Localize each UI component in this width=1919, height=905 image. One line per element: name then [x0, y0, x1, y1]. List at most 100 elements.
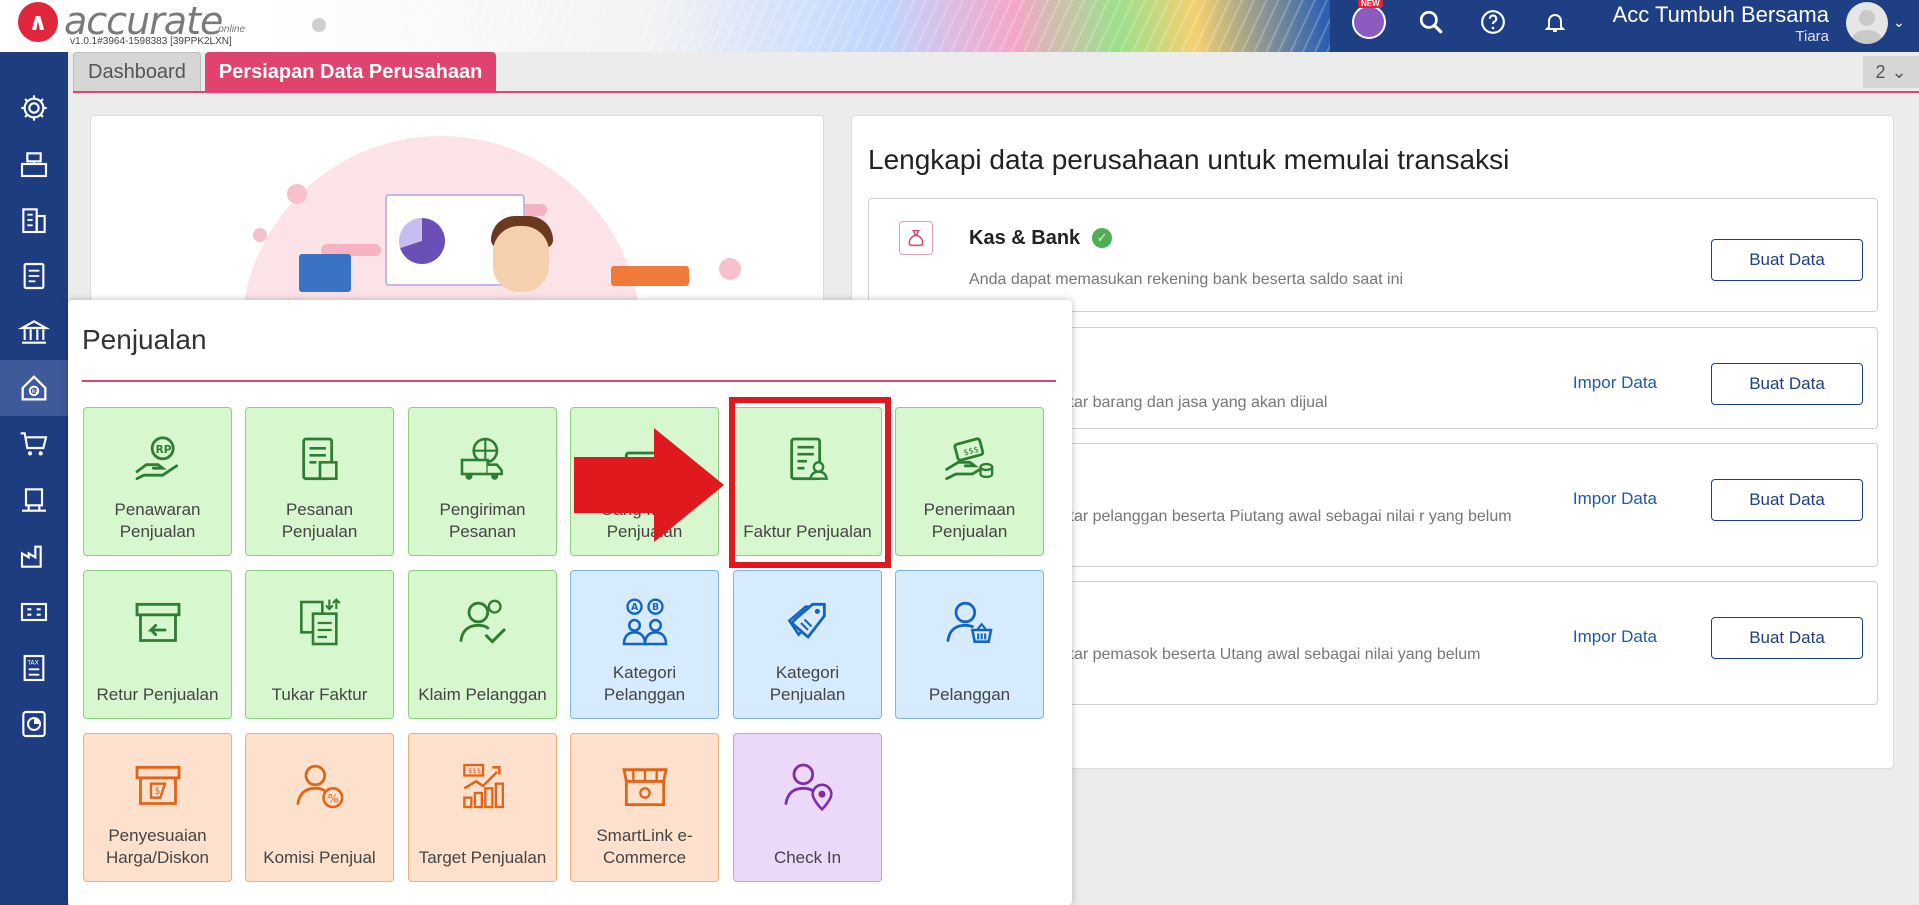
sidebar-item-ledger[interactable] — [0, 248, 68, 304]
tile-label: Retur Penjualan — [96, 685, 219, 704]
logo-online-label: online — [218, 24, 246, 35]
sidebar-item-report[interactable] — [0, 696, 68, 752]
whats-new-button[interactable]: NEW — [1352, 0, 1386, 39]
tile-label: Penawaran Penjualan — [114, 500, 201, 541]
notifications-button[interactable] — [1538, 5, 1572, 39]
ledger-icon — [23, 262, 45, 290]
bell-icon — [1544, 14, 1566, 32]
company-info[interactable]: Acc Tumbuh Bersama Tiara — [1611, 2, 1829, 45]
help-icon — [1481, 10, 1505, 34]
payment-receipt-icon: $$$ — [940, 430, 1000, 490]
tile-label: Penerimaan Penjualan — [923, 500, 1016, 541]
cashier-icon — [20, 152, 48, 178]
check-icon: ✓ — [1092, 228, 1113, 248]
sidebar-item-inventory[interactable] — [0, 472, 68, 528]
sales-category-tag-icon — [778, 593, 838, 653]
tile-klaim-pelanggan[interactable]: Klaim Pelanggan — [408, 570, 557, 719]
tile-label: Pengiriman Pesanan — [439, 500, 526, 541]
help-button[interactable] — [1476, 5, 1510, 39]
illustration-card-orange — [611, 266, 689, 286]
tab-underline — [73, 91, 1919, 93]
sidebar-item-cashier[interactable] — [0, 136, 68, 192]
sidebar-item-settings[interactable] — [0, 80, 68, 136]
svg-text:$$$: $$$ — [467, 767, 480, 775]
setup-item-title: Kas & Bank ✓ — [969, 227, 1113, 250]
tab-persiapan-data[interactable]: Persiapan Data Perusahaan — [204, 52, 497, 92]
tile-retur-penjualan[interactable]: Retur Penjualan — [83, 570, 232, 719]
version-label: v1.0.1#3964-1598383 [39PPK2LXN] — [70, 36, 232, 47]
svg-text:$: $ — [154, 786, 160, 797]
pie-chart-illustration — [399, 218, 445, 264]
tile-komisi-penjual[interactable]: % Komisi Penjual — [245, 733, 394, 882]
tile-label: Kategori Penjualan — [769, 663, 846, 704]
tile-label: Kategori Pelanggan — [603, 663, 686, 704]
tab-dashboard[interactable]: Dashboard — [73, 52, 201, 92]
factory-icon — [20, 545, 42, 568]
tile-penyesuaian-harga[interactable]: $ Penyesuaian Harga/Diskon — [83, 733, 232, 882]
user-name: Tiara — [1795, 28, 1829, 45]
sidebar-item-bank[interactable] — [0, 304, 68, 360]
customer-category-icon: AB — [615, 593, 675, 653]
svg-text:A: A — [631, 602, 639, 613]
sidebar-item-company[interactable] — [0, 192, 68, 248]
sidebar-item-sales[interactable]: Rp — [0, 360, 68, 416]
company-name: Acc Tumbuh Bersama — [1612, 2, 1829, 27]
impor-data-link[interactable]: Impor Data — [1573, 489, 1657, 509]
search-icon — [1419, 10, 1443, 34]
money-bag-icon — [899, 221, 933, 255]
impor-data-link[interactable]: Impor Data — [1573, 627, 1657, 647]
sidebar-item-purchase[interactable] — [0, 416, 68, 472]
tile-pesanan-penjualan[interactable]: Pesanan Penjualan — [245, 407, 394, 556]
invoice-exchange-icon — [290, 593, 350, 653]
tab-counter-dropdown[interactable]: 2 ⌄ — [1863, 56, 1919, 88]
report-icon — [22, 710, 46, 738]
tile-kategori-penjualan[interactable]: Kategori Penjualan — [733, 570, 882, 719]
buat-data-button[interactable]: Buat Data — [1711, 363, 1863, 405]
tile-smartlink-ecommerce[interactable]: SmartLink e-Commerce — [570, 733, 719, 882]
popup-title: Penjualan — [82, 324, 207, 355]
user-avatar[interactable] — [1846, 2, 1888, 44]
tile-pelanggan[interactable]: Pelanggan — [895, 570, 1044, 719]
tile-target-penjualan[interactable]: $$$ Target Penjualan — [408, 733, 557, 882]
sidebar-item-factory[interactable] — [0, 528, 68, 584]
red-arrow-annotation — [574, 428, 724, 542]
tile-label: Penyesuaian Harga/Diskon — [106, 826, 209, 867]
price-adjustment-icon: $ — [128, 756, 188, 816]
highlight-box-annotation — [729, 397, 891, 568]
sidebar-item-tax[interactable]: TAX — [0, 640, 68, 696]
tile-label: Target Penjualan — [418, 848, 547, 867]
tile-pengiriman-pesanan[interactable]: Pengiriman Pesanan — [408, 407, 557, 556]
store-icon — [615, 756, 675, 816]
tax-icon: TAX — [23, 654, 45, 682]
search-button[interactable] — [1414, 5, 1448, 39]
buat-data-button[interactable]: Buat Data — [1711, 239, 1863, 281]
tile-tukar-faktur[interactable]: Tukar Faktur — [245, 570, 394, 719]
impor-data-link[interactable]: Impor Data — [1573, 373, 1657, 393]
illustration-dot — [253, 228, 267, 242]
tile-label: Check In — [773, 848, 842, 867]
tile-label: Pesanan Penjualan — [281, 500, 358, 541]
setup-item-kas-bank: Kas & Bank ✓ Anda dapat memasukan rekenin… — [868, 198, 1878, 312]
sidebar-item-asset[interactable] — [0, 584, 68, 640]
chevron-down-icon: ⌄ — [1891, 61, 1907, 82]
setup-item-title-text: Kas & Bank — [969, 227, 1081, 249]
sales-icon: Rp — [21, 375, 47, 401]
folder-illustration — [299, 254, 351, 292]
buat-data-button[interactable]: Buat Data — [1711, 479, 1863, 521]
tile-penerimaan-penjualan[interactable]: $$$ Penerimaan Penjualan — [895, 407, 1044, 556]
customer-claim-icon — [453, 593, 513, 653]
svg-text:TAX: TAX — [26, 660, 38, 667]
chevron-down-icon[interactable]: ⌄ — [1893, 14, 1905, 31]
tile-penawaran-penjualan[interactable]: RP Penawaran Penjualan — [83, 407, 232, 556]
tab-bar: Dashboard Persiapan Data Perusahaan — [73, 52, 497, 92]
tile-kategori-pelanggan[interactable]: AB Kategori Pelanggan — [570, 570, 719, 719]
sales-menu-popup: Penjualan RP Penawaran Penjualan Pesanan… — [68, 300, 1072, 905]
buat-data-button[interactable]: Buat Data — [1711, 617, 1863, 659]
setup-title: Lengkapi data perusahaan untuk memulai t… — [868, 144, 1510, 175]
tile-label: SmartLink e-Commerce — [596, 826, 693, 867]
sidebar: Rp TAX — [0, 52, 68, 905]
mascot-icon: NEW — [1352, 0, 1386, 39]
tile-check-in[interactable]: Check In — [733, 733, 882, 882]
delivery-truck-icon — [453, 430, 513, 490]
settings-icon — [21, 95, 47, 121]
